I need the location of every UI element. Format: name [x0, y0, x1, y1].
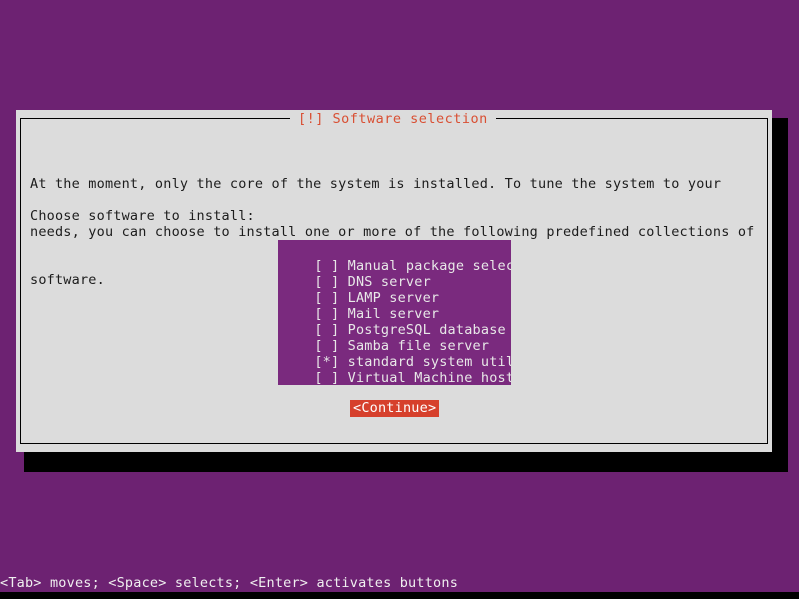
list-item-label: LAMP server — [347, 290, 440, 306]
body-line: needs, you can choose to install one or … — [30, 224, 755, 240]
list-item[interactable]: [ ] Manual package selection — [278, 242, 511, 274]
checkbox-icon[interactable]: [ ] — [314, 338, 339, 354]
body-line: At the moment, only the core of the syst… — [30, 176, 722, 192]
checkbox-icon[interactable]: [ ] — [314, 290, 339, 306]
status-bar-hint: <Tab> moves; <Space> selects; <Enter> ac… — [0, 575, 459, 591]
checkbox-icon[interactable]: [ ] — [314, 258, 339, 274]
list-item-label: Manual package selection — [347, 258, 511, 274]
list-item-label: DNS server — [347, 274, 431, 290]
software-selection-list[interactable]: [ ] Manual package selection [ ] DNS ser… — [278, 240, 511, 385]
list-item-label: PostgreSQL database — [347, 322, 506, 338]
checkbox-icon-checked[interactable]: [*] — [314, 354, 339, 370]
list-item-label: Virtual Machine host — [347, 370, 511, 385]
continue-button[interactable]: <Continue> — [350, 400, 440, 417]
dialog-prompt-text: Choose software to install: — [30, 208, 255, 224]
dialog-title: [!] Software selection — [290, 111, 496, 127]
checkbox-icon[interactable]: [ ] — [314, 274, 339, 290]
status-bar-fill — [0, 592, 799, 599]
checkbox-icon[interactable]: [ ] — [314, 306, 339, 322]
list-item-label: Mail server — [347, 306, 440, 322]
list-item-label: Samba file server — [347, 338, 490, 354]
list-item-label: standard system utilities — [347, 354, 511, 370]
checkbox-icon[interactable]: [ ] — [314, 322, 339, 338]
checkbox-icon[interactable]: [ ] — [314, 370, 339, 385]
